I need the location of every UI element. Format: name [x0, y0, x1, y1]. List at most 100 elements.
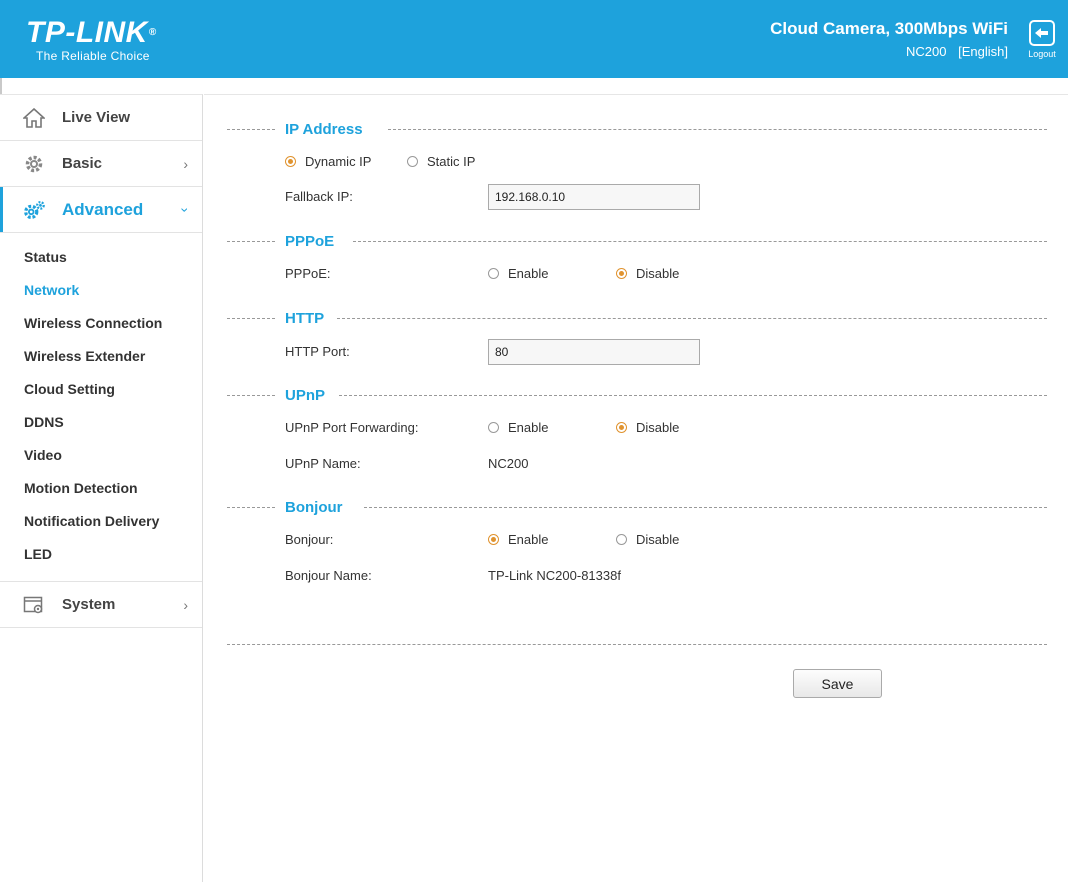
header-bar: TP-LINK® The Reliable Choice Cloud Camer… [0, 0, 1068, 78]
gears-icon [22, 198, 46, 222]
bonjour-name-row: Bonjour Name: TP-Link NC200-81338f [285, 563, 785, 589]
subnav-wireless-extender[interactable]: Wireless Extender [0, 340, 202, 373]
divider [339, 395, 1047, 396]
section-title: UPnP [285, 387, 326, 404]
static-ip-option[interactable]: Static IP [407, 149, 475, 175]
bonjour-enable-label: Enable [508, 532, 549, 547]
active-indicator [0, 187, 3, 232]
product-info: Cloud Camera, 300Mbps WiFi NC200 [Englis… [770, 19, 1008, 59]
logout-icon [1029, 20, 1055, 46]
home-icon [22, 106, 46, 130]
sidebar-item-advanced[interactable]: Advanced › [0, 187, 202, 233]
divider [227, 129, 275, 130]
dynamic-ip-radio[interactable] [285, 156, 296, 167]
bonjour-disable-label: Disable [636, 532, 680, 547]
sidebar: Live View Basic › Advanced › Status Netw… [0, 94, 203, 882]
tplink-logo: TP-LINK® The Reliable Choice [26, 16, 157, 64]
upnp-disable-radio[interactable] [616, 422, 627, 433]
dynamic-ip-label: Dynamic IP [305, 154, 372, 169]
pppoe-enable-label: Enable [508, 266, 549, 281]
section-title: IP Address [285, 121, 363, 138]
pppoe-disable-label: Disable [636, 266, 680, 281]
gear-icon [22, 152, 46, 176]
divider [227, 395, 275, 396]
chevron-down-icon: › [177, 207, 194, 213]
sidebar-item-label: System [62, 596, 116, 613]
section-title: Bonjour [285, 499, 343, 516]
bonjour-enable-radio[interactable] [488, 534, 499, 545]
http-port-input[interactable] [488, 339, 700, 365]
save-button[interactable]: Save [793, 669, 882, 698]
section-title: HTTP [285, 310, 325, 327]
logout-label: Logout [1028, 49, 1056, 59]
static-ip-radio[interactable] [407, 156, 418, 167]
logo-tagline: The Reliable Choice [36, 49, 150, 63]
network-settings-panel: IP Address Dynamic IP Static IP Fallback… [204, 94, 1068, 882]
fallback-ip-row: Fallback IP: [285, 184, 785, 210]
upnp-enable-radio[interactable] [488, 422, 499, 433]
subnav-video[interactable]: Video [0, 439, 202, 472]
advanced-submenu: Status Network Wireless Connection Wirel… [0, 233, 202, 582]
sidebar-item-system[interactable]: System › [0, 582, 202, 628]
section-title: PPPoE [285, 233, 335, 250]
upnp-enable-label: Enable [508, 420, 549, 435]
section-bonjour: Bonjour [204, 499, 1047, 517]
divider [227, 507, 275, 508]
http-port-label: HTTP Port: [285, 344, 350, 359]
bonjour-disable-option[interactable]: Disable [616, 527, 679, 553]
sidebar-item-basic[interactable]: Basic › [0, 141, 202, 187]
http-port-row: HTTP Port: [285, 339, 785, 365]
pppoe-disable-option[interactable]: Disable [616, 261, 679, 287]
static-ip-label: Static IP [427, 154, 476, 169]
subnav-network[interactable]: Network [0, 274, 202, 307]
divider [227, 644, 1047, 645]
subnav-cloud-setting[interactable]: Cloud Setting [0, 373, 202, 406]
section-ip-address: IP Address [204, 121, 1047, 139]
dynamic-ip-option[interactable]: Dynamic IP [285, 149, 371, 175]
divider [388, 129, 1047, 130]
fallback-ip-label: Fallback IP: [285, 189, 353, 204]
chevron-right-icon: › [183, 156, 188, 172]
system-icon [22, 593, 46, 617]
upnp-forwarding-label: UPnP Port Forwarding: [285, 420, 419, 435]
sidebar-item-label: Advanced [62, 199, 144, 219]
bonjour-disable-radio[interactable] [616, 534, 627, 545]
upnp-name-row: UPnP Name: NC200 [285, 451, 785, 477]
subnav-ddns[interactable]: DDNS [0, 406, 202, 439]
pppoe-enable-option[interactable]: Enable [488, 261, 548, 287]
section-upnp: UPnP [204, 387, 1047, 405]
pppoe-disable-radio[interactable] [616, 268, 627, 279]
upnp-forwarding-row: UPnP Port Forwarding: Enable Disable [285, 415, 785, 441]
product-title: Cloud Camera, 300Mbps WiFi [770, 19, 1008, 38]
subnav-status[interactable]: Status [0, 241, 202, 274]
upnp-name-value: NC200 [488, 456, 529, 471]
sidebar-item-live-view[interactable]: Live View [0, 95, 202, 141]
upnp-disable-option[interactable]: Disable [616, 415, 679, 441]
sidebar-item-label: Basic [62, 155, 103, 172]
section-pppoe: PPPoE [204, 233, 1047, 251]
ip-mode-row: Dynamic IP Static IP [285, 149, 785, 175]
language-link[interactable]: [English] [958, 44, 1008, 59]
divider [353, 241, 1047, 242]
subnav-notification-delivery[interactable]: Notification Delivery [0, 505, 202, 538]
divider [227, 318, 275, 319]
sidebar-item-label: Live View [62, 109, 131, 126]
pppoe-enable-radio[interactable] [488, 268, 499, 279]
fallback-ip-input[interactable] [488, 184, 700, 210]
upnp-enable-option[interactable]: Enable [488, 415, 548, 441]
bonjour-name-value: TP-Link NC200-81338f [488, 568, 621, 583]
divider [337, 318, 1047, 319]
pppoe-label: PPPoE: [285, 266, 331, 281]
subnav-led[interactable]: LED [0, 538, 202, 571]
bonjour-enable-option[interactable]: Enable [488, 527, 548, 553]
subnav-motion-detection[interactable]: Motion Detection [0, 472, 202, 505]
bonjour-row: Bonjour: Enable Disable [285, 527, 785, 553]
chevron-right-icon: › [183, 597, 188, 613]
divider [227, 241, 275, 242]
upnp-disable-label: Disable [636, 420, 680, 435]
logout-button[interactable]: Logout [1024, 20, 1060, 59]
bonjour-label: Bonjour: [285, 532, 334, 547]
subnav-wireless-connection[interactable]: Wireless Connection [0, 307, 202, 340]
model-name: NC200 [906, 44, 947, 59]
logo-text: TP-LINK [26, 16, 148, 49]
